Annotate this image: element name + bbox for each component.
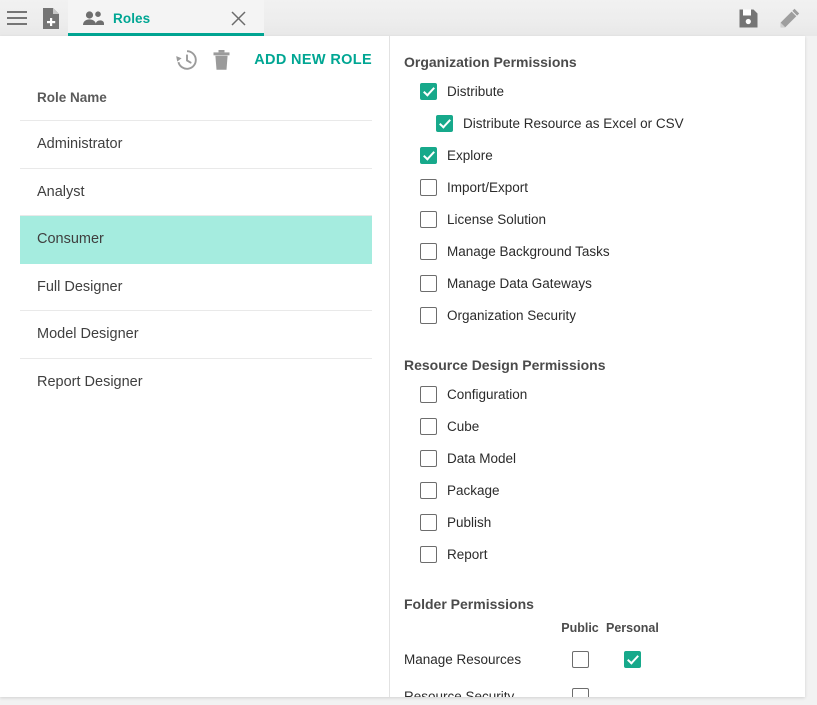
trash-delete-icon[interactable] <box>204 43 238 77</box>
folder-permissions-title: Folder Permissions <box>404 596 805 612</box>
permission-label: Import/Export <box>447 180 528 195</box>
hamburger-menu-icon[interactable] <box>0 0 34 36</box>
permission-label: Manage Background Tasks <box>447 244 610 259</box>
permission-label: Organization Security <box>447 308 576 323</box>
permission-row-cube[interactable]: Cube <box>404 410 805 442</box>
tab-label: Roles <box>113 11 150 26</box>
checkbox-cube[interactable] <box>420 418 437 435</box>
permission-label: Distribute Resource as Excel or CSV <box>463 116 684 131</box>
save-floppy-icon[interactable] <box>731 0 765 36</box>
permission-label: Manage Data Gateways <box>447 276 592 291</box>
close-x-icon[interactable] <box>231 11 246 26</box>
permissions-pane: Organization Permissions Distribute Dist… <box>390 36 805 697</box>
checkbox-manage-data-gateways[interactable] <box>420 275 437 292</box>
list-item[interactable]: Analyst <box>20 169 372 217</box>
content-card: ADD NEW ROLE Role Name Administrator Ana… <box>0 36 805 697</box>
permission-label: Report <box>447 547 488 562</box>
history-restore-icon[interactable] <box>170 43 204 77</box>
permission-label: Data Model <box>447 451 516 466</box>
roles-list-pane: ADD NEW ROLE Role Name Administrator Ana… <box>0 36 390 697</box>
checkbox-publish[interactable] <box>420 514 437 531</box>
cell-resource-security-public[interactable] <box>554 678 606 697</box>
checkbox-explore[interactable] <box>420 147 437 164</box>
checkbox-package[interactable] <box>420 482 437 499</box>
permission-row-configuration[interactable]: Configuration <box>404 378 805 410</box>
checkbox-manage-background-tasks[interactable] <box>420 243 437 260</box>
new-document-icon[interactable] <box>34 0 68 36</box>
folder-permissions-table: Public Personal Manage Resources Resourc… <box>404 617 659 697</box>
public-column-header: Public <box>554 617 606 641</box>
checkbox-import-export[interactable] <box>420 179 437 196</box>
roles-action-bar: ADD NEW ROLE <box>0 36 389 84</box>
permission-row-package[interactable]: Package <box>404 474 805 506</box>
permission-row-distribute-excel-csv[interactable]: Distribute Resource as Excel or CSV <box>404 107 805 139</box>
cell-manage-resources-public[interactable] <box>554 641 606 678</box>
permission-row-organization-security[interactable]: Organization Security <box>404 299 805 331</box>
edit-pencil-icon[interactable] <box>773 0 807 36</box>
checkbox-resource-security-public[interactable] <box>572 688 589 697</box>
permission-label: Cube <box>447 419 479 434</box>
folder-permission-label: Manage Resources <box>404 641 554 678</box>
top-toolbar: Roles <box>0 0 817 36</box>
permission-label: Explore <box>447 148 493 163</box>
permission-row-data-model[interactable]: Data Model <box>404 442 805 474</box>
permission-row-import-export[interactable]: Import/Export <box>404 171 805 203</box>
personal-column-header: Personal <box>606 617 659 641</box>
folder-name-column-header <box>404 617 554 641</box>
checkbox-data-model[interactable] <box>420 450 437 467</box>
organization-permissions-title: Organization Permissions <box>404 54 805 70</box>
list-item[interactable]: Report Designer <box>20 359 372 407</box>
cell-manage-resources-personal[interactable] <box>606 641 659 678</box>
permission-label: Package <box>447 483 500 498</box>
roles-list: Administrator Analyst Consumer Full Desi… <box>20 121 372 406</box>
permission-row-publish[interactable]: Publish <box>404 506 805 538</box>
list-item[interactable]: Administrator <box>20 121 372 169</box>
list-item[interactable]: Full Designer <box>20 264 372 312</box>
permission-label: Configuration <box>447 387 527 402</box>
checkbox-license-solution[interactable] <box>420 211 437 228</box>
permission-label: License Solution <box>447 212 546 227</box>
checkbox-configuration[interactable] <box>420 386 437 403</box>
permission-row-distribute[interactable]: Distribute <box>404 75 805 107</box>
list-item[interactable]: Model Designer <box>20 311 372 359</box>
people-group-icon <box>82 11 104 26</box>
checkbox-manage-resources-personal[interactable] <box>624 651 641 668</box>
checkbox-manage-resources-public[interactable] <box>572 651 589 668</box>
table-row: Resource Security <box>404 678 659 697</box>
checkbox-distribute[interactable] <box>420 83 437 100</box>
permission-label: Distribute <box>447 84 504 99</box>
resource-design-permissions-title: Resource Design Permissions <box>404 357 805 373</box>
folder-permission-label: Resource Security <box>404 678 554 697</box>
table-row: Manage Resources <box>404 641 659 678</box>
permission-row-explore[interactable]: Explore <box>404 139 805 171</box>
cell-resource-security-personal <box>606 678 659 697</box>
permission-row-report[interactable]: Report <box>404 538 805 570</box>
permission-row-license-solution[interactable]: License Solution <box>404 203 805 235</box>
checkbox-organization-security[interactable] <box>420 307 437 324</box>
tab-roles[interactable]: Roles <box>68 0 264 36</box>
list-item[interactable]: Consumer <box>20 216 372 264</box>
permission-label: Publish <box>447 515 491 530</box>
permission-row-manage-background-tasks[interactable]: Manage Background Tasks <box>404 235 805 267</box>
role-name-column-header: Role Name <box>20 84 372 121</box>
add-new-role-button[interactable]: ADD NEW ROLE <box>254 52 372 68</box>
checkbox-report[interactable] <box>420 546 437 563</box>
permission-row-manage-data-gateways[interactable]: Manage Data Gateways <box>404 267 805 299</box>
table-header-row: Public Personal <box>404 617 659 641</box>
checkbox-distribute-excel-csv[interactable] <box>436 115 453 132</box>
